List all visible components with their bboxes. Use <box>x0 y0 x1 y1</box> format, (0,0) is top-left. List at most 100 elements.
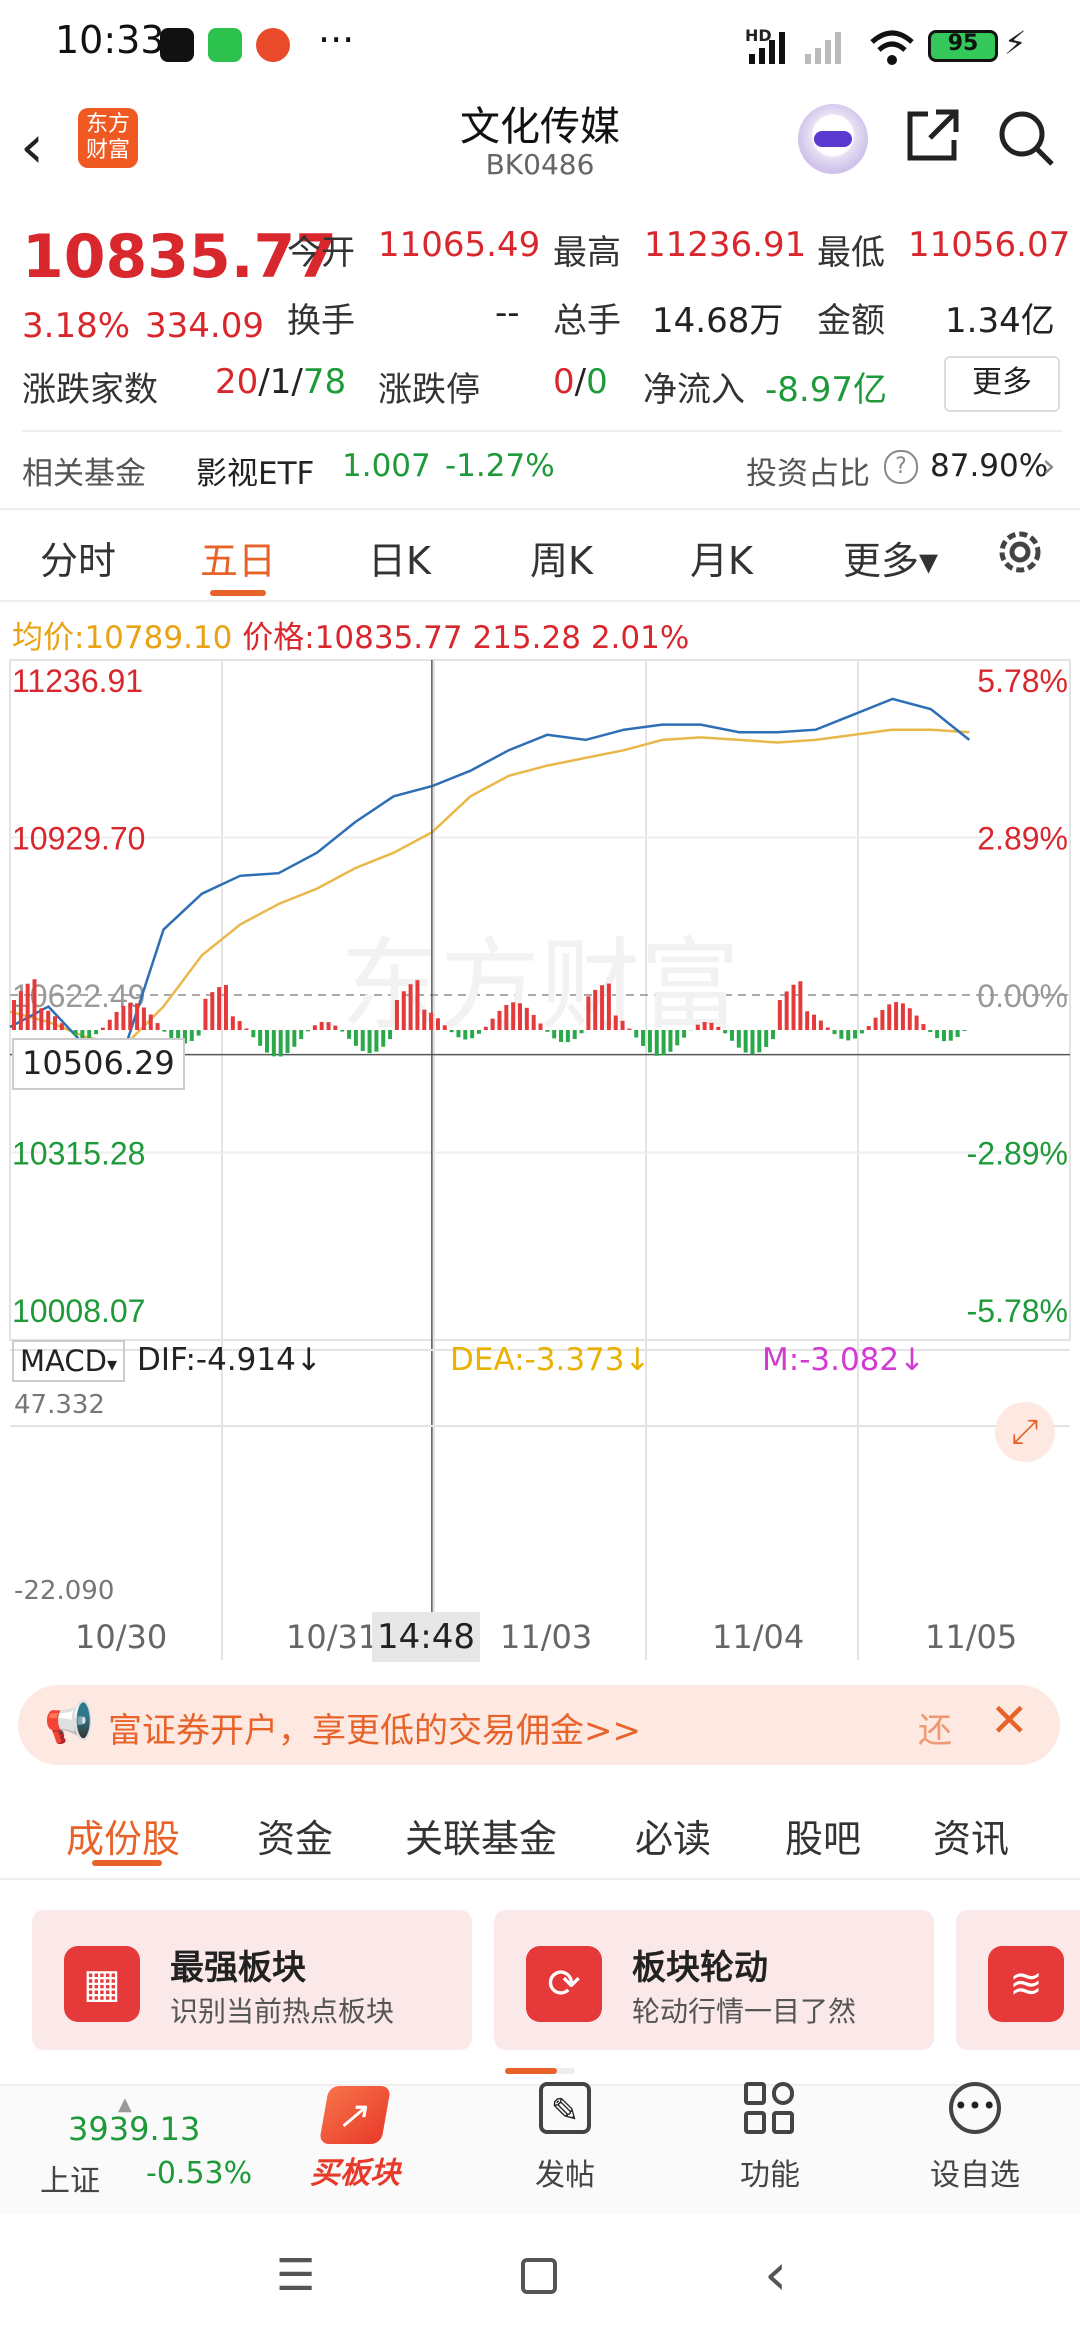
high-value: 11236.91 <box>644 225 807 265</box>
macd-bar <box>750 1030 755 1055</box>
divider <box>0 508 1080 510</box>
signal-icon <box>749 32 841 64</box>
macd-bar <box>244 1028 249 1030</box>
divider <box>22 430 1062 432</box>
macd-bar <box>941 1030 946 1042</box>
nav-label: 买板块 <box>310 2156 400 2191</box>
share-icon[interactable] <box>900 104 964 168</box>
macd-bar <box>962 1030 967 1031</box>
card-sector-rotation[interactable]: ⟳ 板块轮动 轮动行情一目了然 <box>494 1910 934 2050</box>
menu-icon[interactable]: ☰ <box>276 2250 315 2301</box>
ratio-label: 投资占比 <box>746 456 870 492</box>
tab-monthly-k[interactable]: 月K <box>690 530 753 585</box>
macd-bar <box>265 1030 270 1053</box>
macd-bar <box>894 1002 899 1030</box>
card-title: 最强板块 <box>170 1948 306 1988</box>
tab-weekly-k[interactable]: 周K <box>530 530 593 585</box>
netflow-label: 净流入 <box>643 370 745 410</box>
tab-more[interactable]: 更多▾ <box>843 530 938 585</box>
dropdown-icon: ▾ <box>106 1352 117 1376</box>
breadth-down: 78 <box>302 362 347 402</box>
tab-funds-flow[interactable]: 资金 <box>257 1808 333 1863</box>
back-nav-icon[interactable]: ‹ <box>764 2240 787 2308</box>
settings-gear-icon[interactable] <box>992 524 1048 580</box>
y-tick-label-right: -5.78% <box>967 1293 1068 1329</box>
tab-components[interactable]: 成份股 <box>66 1808 180 1863</box>
macd-bar <box>408 984 413 1030</box>
search-icon[interactable] <box>994 106 1058 170</box>
macd-bar <box>661 1030 666 1056</box>
grid-icon <box>744 2082 796 2134</box>
nav-buy-sector[interactable]: ↗ 买板块 <box>290 2080 420 2192</box>
battery-level: 95 <box>947 31 979 56</box>
tab-intraday[interactable]: 分时 <box>40 530 116 585</box>
macd-bar <box>757 1030 762 1053</box>
macd-bar <box>463 1030 468 1040</box>
macd-bar <box>736 1030 741 1048</box>
promo-banner[interactable]: 📢 富证券开户，享更低的交易佣金>> 还 ✕ <box>18 1685 1060 1765</box>
macd-bar <box>237 1021 242 1030</box>
macd-bar <box>292 1030 297 1047</box>
macd-bar <box>59 1023 64 1030</box>
open-label: 今开 <box>287 233 355 273</box>
nav-add-watchlist[interactable]: ••• 设自选 <box>910 2080 1040 2194</box>
five-day-chart[interactable]: 东方财富 11236.9110929.7010622.4910315.28100… <box>0 650 1080 1660</box>
macd-bar <box>306 1030 311 1032</box>
wechat-icon <box>208 28 242 62</box>
macd-bar <box>401 991 406 1030</box>
tab-must-read[interactable]: 必读 <box>635 1808 711 1863</box>
nav-functions[interactable]: 功能 <box>705 2080 835 2194</box>
macd-bar <box>695 1024 700 1030</box>
home-icon[interactable] <box>521 2258 557 2294</box>
tab-daily-k[interactable]: 日K <box>368 530 431 585</box>
chevron-right-icon: › <box>1042 446 1056 486</box>
buy-sector-icon: ↗ <box>318 2086 392 2144</box>
fund-label: 相关基金 <box>22 456 146 492</box>
card-partial[interactable]: ≋ <box>956 1910 1080 2050</box>
turnover-label: 换手 <box>287 301 355 341</box>
macd-bar <box>641 1030 646 1046</box>
macd-bar <box>422 1009 427 1030</box>
limit-down: 0 <box>586 362 608 402</box>
tab-related-funds[interactable]: 关联基金 <box>405 1808 557 1863</box>
macd-bar <box>388 1030 393 1040</box>
macd-bar <box>668 1030 673 1052</box>
macd-bar <box>449 1030 454 1033</box>
nav-label: 功能 <box>740 2158 800 2193</box>
macd-bar <box>538 1023 543 1030</box>
macd-bar <box>374 1030 379 1052</box>
tab-news[interactable]: 资讯 <box>933 1808 1009 1863</box>
low-value: 11056.07 <box>908 225 1071 265</box>
macd-bar <box>39 1008 44 1030</box>
macd-m: M:-3.082↓ <box>762 1342 926 1378</box>
macd-bar <box>647 1030 652 1053</box>
tab-forum[interactable]: 股吧 <box>785 1808 861 1863</box>
macd-bottom-value: -22.090 <box>14 1576 115 1606</box>
macd-bar <box>189 1030 194 1041</box>
more-button[interactable]: 更多 <box>944 356 1060 412</box>
x-tick-label: 10/30 <box>75 1618 168 1656</box>
fund-change: -1.27% <box>445 448 555 484</box>
fund-row[interactable]: 相关基金 影视ETF 1.007 -1.27% 投资占比 ? 87.90% › <box>0 440 1080 500</box>
close-icon[interactable]: ✕ <box>990 1693 1029 1747</box>
help-icon[interactable]: ? <box>884 450 918 484</box>
status-bar: 10:33 ··· HD 95 ⚡ <box>0 0 1080 90</box>
macd-bar <box>600 985 605 1030</box>
tab-five-day[interactable]: 五日 <box>200 530 276 585</box>
chart-board-icon: ▦ <box>64 1946 140 2022</box>
macd-bar <box>299 1030 304 1040</box>
macd-bar <box>771 1030 776 1040</box>
rotation-icon: ⟳ <box>526 1946 602 2022</box>
macd-bar <box>805 1011 810 1030</box>
macd-selector[interactable]: MACD▾ <box>12 1340 125 1382</box>
macd-bar <box>818 1020 823 1030</box>
macd-dea: DEA:-3.373↓ <box>450 1342 651 1378</box>
index-widget[interactable]: ▲ 3939.13 上证 -0.53% <box>30 2094 270 2210</box>
card-strongest-sector[interactable]: ▦ 最强板块 识别当前热点板块 <box>32 1910 472 2050</box>
macd-bar <box>94 1030 99 1035</box>
y-axis-left: 11236.91 10929.70 10622.49 10315.28 10008.07 <box>12 663 145 1329</box>
macd-bar <box>846 1030 851 1041</box>
expand-icon[interactable]: ⤢ <box>995 1402 1055 1462</box>
assistant-avatar-icon[interactable] <box>798 104 868 174</box>
nav-post[interactable]: ✎ 发帖 <box>500 2080 630 2194</box>
